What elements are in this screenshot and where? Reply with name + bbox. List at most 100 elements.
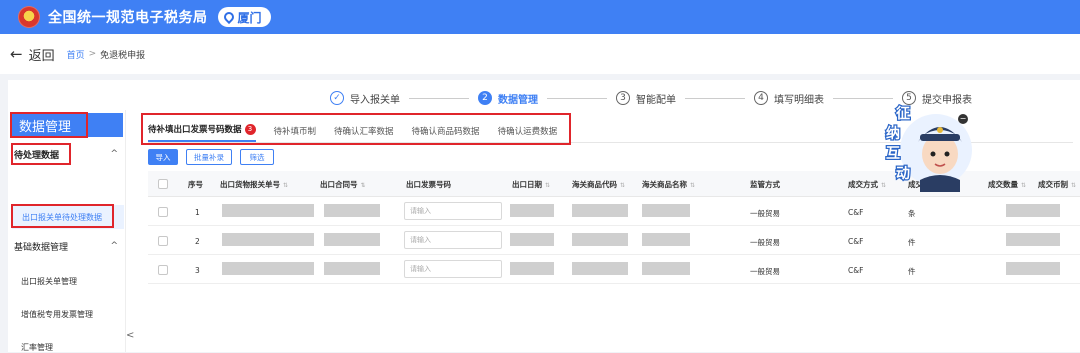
sidebar-item-vat-invoices[interactable]: 增值税专用发票管理 [21, 309, 93, 320]
redacted-cell [510, 262, 554, 275]
step-connector [409, 97, 469, 99]
chevron-up-icon: ^ [110, 241, 118, 251]
step-connector [833, 97, 893, 99]
column-header[interactable]: 出口合同号 ⇅ [320, 179, 366, 190]
top-bar: 全国统一规范电子税务局 厦门 [0, 0, 1080, 34]
trade-terms-cell: C&F [848, 237, 864, 246]
sidebar-item-declarations[interactable]: 出口报关单管理 [21, 276, 77, 287]
sort-icon[interactable]: ⇅ [1021, 182, 1026, 189]
highlight-box [10, 112, 88, 138]
column-header[interactable]: 成交数量 ⇅ [988, 179, 1026, 190]
step-import[interactable]: ✓ 导入报关单 [330, 91, 400, 106]
step-connector [547, 97, 607, 99]
redacted-cell [572, 233, 628, 246]
step-fill-detail[interactable]: 4 填写明细表 [754, 91, 824, 106]
step-progress: ✓ 导入报关单 2 数据管理 3 智能配单 4 填写明细表 5 提交申报表 [330, 88, 972, 108]
mascot-uniform [920, 175, 960, 192]
trade-terms-cell: C&F [848, 208, 864, 217]
table-row[interactable]: 2 请输入 一般贸易 C&F 件 [148, 226, 1080, 255]
import-button[interactable]: 导入 [148, 149, 178, 165]
trade-terms-cell: C&F [848, 266, 864, 275]
region-label: 厦门 [237, 10, 262, 25]
redacted-cell [510, 233, 554, 246]
back-button[interactable]: 返回 [29, 45, 55, 64]
mascot-text: 动 [896, 165, 910, 182]
redacted-cell [324, 262, 380, 275]
breadcrumb-separator: > [88, 49, 97, 59]
close-mascot-icon[interactable]: − [958, 114, 968, 124]
mascot-text: 征 [896, 105, 910, 122]
redacted-cell [1006, 204, 1060, 217]
tax-emblem-icon [18, 6, 40, 28]
row-checkbox[interactable] [158, 236, 168, 246]
column-header: 监管方式 [750, 180, 780, 189]
row-checkbox[interactable] [158, 265, 168, 275]
unit-cell: 条 [908, 209, 916, 218]
chevron-up-icon: ^ [110, 149, 118, 159]
redacted-cell [510, 204, 554, 217]
unit-cell: 件 [908, 238, 916, 247]
mascot-cap-brim [920, 134, 960, 141]
column-header[interactable]: 成交币制 ⇅ [1038, 179, 1076, 190]
select-all-checkbox[interactable] [158, 179, 168, 189]
mascot-text: 纳 [886, 125, 900, 142]
redacted-cell [1006, 233, 1060, 246]
sidebar-group-basic-data[interactable]: 基础数据管理 ^ [8, 236, 126, 256]
table-row[interactable]: 3 请输入 一般贸易 C&F 件 [148, 255, 1080, 284]
batch-fill-button[interactable]: 批量补录 [186, 149, 232, 165]
sort-icon[interactable]: ⇅ [1071, 182, 1076, 189]
sort-icon[interactable]: ⇅ [620, 182, 625, 189]
breadcrumb-current: 免退税申报 [100, 50, 146, 61]
redacted-cell [642, 233, 690, 246]
row-number: 3 [195, 266, 200, 275]
column-header[interactable]: 出口货物报关单号 ⇅ [220, 179, 288, 190]
sort-icon[interactable]: ⇅ [361, 182, 366, 189]
redacted-cell [324, 204, 380, 217]
redacted-cell [222, 262, 314, 275]
redacted-cell [222, 233, 314, 246]
row-number: 1 [195, 208, 200, 217]
column-header[interactable]: 海关商品名称 ⇅ [642, 179, 695, 190]
sort-icon[interactable]: ⇅ [283, 182, 288, 189]
mascot-text: 互 [886, 146, 900, 162]
unit-cell: 件 [908, 267, 916, 276]
step-smart-matching[interactable]: 3 智能配单 [616, 91, 676, 106]
redacted-cell [642, 204, 690, 217]
highlight-box [11, 204, 114, 228]
sort-icon[interactable]: ⇅ [690, 182, 695, 189]
filter-button[interactable]: 筛选 [240, 149, 274, 165]
collapse-sidebar-icon[interactable]: < [126, 330, 134, 341]
mascot-badge [937, 127, 943, 133]
table-row[interactable]: 1 请输入 一般贸易 C&F 条 [148, 197, 1080, 226]
redacted-cell [222, 204, 314, 217]
sort-icon[interactable]: ⇅ [545, 182, 550, 189]
region-selector[interactable]: 厦门 [217, 7, 271, 27]
redacted-cell [324, 233, 380, 246]
column-header: 出口发票号码 [406, 180, 451, 189]
breadcrumb-home-link[interactable]: 首页 [67, 48, 85, 61]
sidebar-item-exchange-rates[interactable]: 汇率管理 [21, 342, 53, 353]
mascot-eye [930, 151, 936, 157]
invoice-number-input[interactable]: 请输入 [404, 260, 502, 278]
highlight-box [11, 143, 71, 165]
check-icon: ✓ [330, 91, 344, 105]
main-panel: ✓ 导入报关单 2 数据管理 3 智能配单 4 填写明细表 5 提交申报表 数据… [8, 80, 1080, 352]
column-header[interactable]: 出口日期 ⇅ [512, 179, 550, 190]
breadcrumb: ← 返回 首页 > 免退税申报 [0, 34, 1080, 74]
redacted-cell [1006, 262, 1060, 275]
trade-mode-cell: 一般贸易 [750, 238, 780, 247]
location-icon [221, 9, 236, 25]
row-number: 2 [195, 237, 200, 246]
redacted-cell [642, 262, 690, 275]
trade-mode-cell: 一般贸易 [750, 267, 780, 276]
redacted-cell [572, 204, 628, 217]
row-checkbox[interactable] [158, 207, 168, 217]
sidebar: 数据管理 待处理数据 ^ 出口报关单待处理数据 基础数据管理 ^ 出口报关单管理… [8, 110, 126, 352]
mascot-eye [944, 151, 950, 157]
step-data-management[interactable]: 2 数据管理 [478, 91, 538, 106]
back-arrow-icon[interactable]: ← [10, 45, 23, 63]
column-header[interactable]: 海关商品代码 ⇅ [572, 179, 625, 190]
invoice-number-input[interactable]: 请输入 [404, 231, 502, 249]
redacted-cell [572, 262, 628, 275]
invoice-number-input[interactable]: 请输入 [404, 202, 502, 220]
